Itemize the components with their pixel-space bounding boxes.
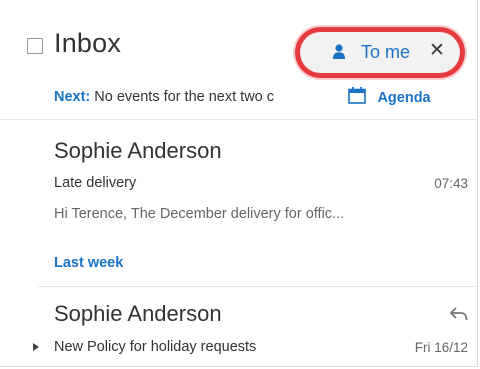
reply-icon [450,307,468,321]
message-list-pane: Inbox To me ✕ Next: No events for the ne… [0,0,478,367]
message-sender: Sophie Anderson [54,138,222,163]
next-label: Next: [54,89,91,105]
message-subject: New Policy for holiday requests [54,339,257,355]
filter-label: To me [361,42,411,62]
message-time: 07:43 [434,176,468,191]
message-subject: Late delivery [54,175,137,191]
calendar-icon [348,87,366,104]
next-event-text: No events for the next two c [94,89,275,105]
select-all-checkbox[interactable] [27,38,43,54]
message-item[interactable]: Sophie Anderson Late delivery 07:43 Hi T… [0,120,478,240]
group-header-last-week[interactable]: Last week [54,255,123,271]
message-item[interactable]: Sophie Anderson New Policy for holiday r… [0,287,478,367]
message-time: Fri 16/12 [414,340,468,355]
expand-arrow-icon[interactable] [33,343,39,351]
close-icon[interactable]: ✕ [429,41,445,61]
folder-title: Inbox [54,28,122,58]
person-icon [333,44,345,59]
next-event-bar: Next: No events for the next two c [54,89,326,105]
agenda-button[interactable]: Agenda [348,87,431,107]
agenda-label: Agenda [377,90,431,106]
message-preview: Hi Terence, The December delivery for of… [54,206,345,222]
to-me-filter-pill[interactable]: To me ✕ [300,32,460,73]
message-sender: Sophie Anderson [54,301,222,326]
